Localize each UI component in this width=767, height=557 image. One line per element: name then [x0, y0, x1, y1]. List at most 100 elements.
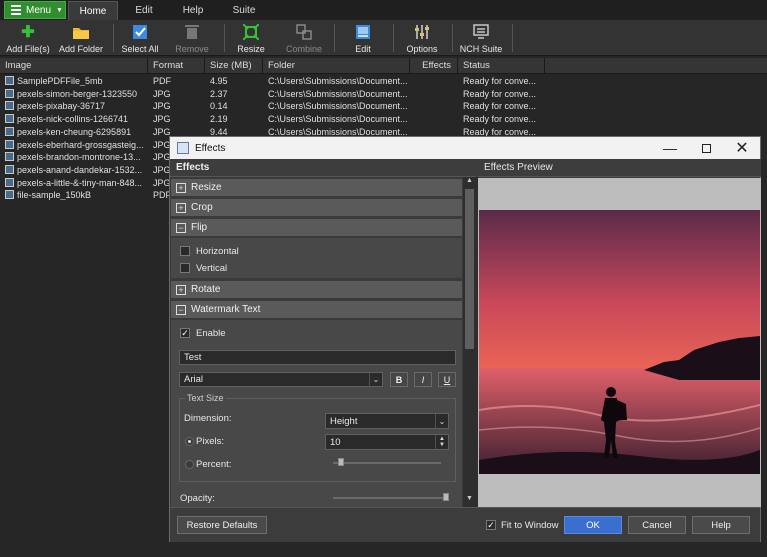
watermark-text-input[interactable]: Test — [179, 350, 456, 365]
section-resize[interactable]: + Resize — [171, 179, 462, 197]
cell-size: 4.95 — [210, 76, 228, 86]
horizontal-checkbox[interactable] — [180, 246, 190, 256]
table-row[interactable]: pexels-pixabay-36717 JPG 0.14 C:\Users\Subm… — [0, 101, 545, 114]
underline-button[interactable]: U — [438, 372, 456, 387]
percent-radio[interactable] — [185, 460, 194, 469]
dimension-label: Dimension: — [184, 413, 232, 424]
section-watermark-text[interactable]: − Watermark Text — [171, 301, 462, 319]
effects-panel-header: Effects — [170, 159, 476, 177]
effects-scrollbar[interactable]: ▲ ▼ — [463, 177, 476, 507]
scrollbar-thumb[interactable] — [465, 189, 474, 349]
close-button[interactable]: ✕ — [724, 137, 760, 159]
add-files-button[interactable]: ✚ Add File(s) — [3, 20, 53, 56]
section-crop[interactable]: + Crop — [171, 199, 462, 217]
maximize-button[interactable] — [688, 137, 724, 159]
cell-status: Ready for conve... — [463, 76, 537, 86]
main-menu-button[interactable]: Menu ▼ — [4, 1, 66, 19]
cell-name-text: pexels-a-little-&-tiny-man-848... — [17, 177, 143, 188]
fit-to-window-label: Fit to Window — [501, 520, 559, 531]
scroll-up-icon[interactable]: ▲ — [465, 177, 474, 187]
cell-folder: C:\Users\Submissions\Document... — [268, 76, 408, 86]
scroll-down-icon[interactable]: ▼ — [465, 495, 474, 505]
hamburger-icon — [11, 3, 21, 17]
font-select[interactable]: Arial ⌄ — [179, 372, 383, 387]
options-button[interactable]: Options — [400, 20, 444, 56]
enable-checkbox[interactable]: ✓ — [180, 328, 190, 338]
image-file-icon — [5, 126, 14, 136]
add-folder-button[interactable]: Add Folder — [56, 20, 106, 56]
tab-home[interactable]: Home — [68, 1, 118, 20]
pixels-input[interactable]: 10 ▲ ▼ — [325, 434, 449, 450]
column-header-status[interactable]: Status — [458, 58, 545, 74]
dimension-select[interactable]: Height ⌄ — [325, 413, 449, 429]
cell-name-text: pexels-eberhard-grossgasteig... — [17, 139, 144, 150]
table-row[interactable]: pexels-nick-collins-1266741 JPG 2.19 C:\Use… — [0, 114, 545, 127]
select-all-button[interactable]: Select All — [117, 20, 163, 56]
vertical-checkbox[interactable] — [180, 263, 190, 273]
select-all-icon — [131, 23, 149, 41]
toolbar-divider — [393, 24, 394, 52]
opacity-slider-track[interactable] — [333, 497, 447, 499]
ok-button[interactable]: OK — [564, 516, 622, 534]
table-row[interactable]: SamplePDFFile_5mb PDF 4.95 C:\Users\Submiss… — [0, 76, 545, 89]
section-flip[interactable]: − Flip — [171, 219, 462, 237]
column-header-format[interactable]: Format — [148, 58, 205, 74]
maximize-icon — [701, 143, 711, 153]
fit-to-window-checkbox[interactable]: ✓ — [486, 520, 496, 530]
table-row[interactable]: pexels-simon-berger-1323550 JPG 2.37 C:\Use… — [0, 88, 545, 102]
cell-name: SamplePDFFile_5mb — [5, 76, 145, 86]
combine-button[interactable]: Combine — [280, 20, 328, 56]
collapse-icon: − — [176, 304, 186, 315]
cell-folder: C:\Users\Submissions\Document... — [268, 101, 408, 112]
font-value: Arial — [184, 374, 204, 385]
cell-name: file-sample_150kB — [5, 190, 145, 200]
app-window: Menu ▼ Home Edit Help Suite ✚ Add File(s… — [0, 0, 767, 557]
column-header-image[interactable]: Image — [0, 58, 148, 74]
text-size-label: Text Size — [185, 393, 226, 403]
opacity-slider-thumb[interactable] — [442, 493, 449, 501]
nch-suite-button[interactable]: NCH Suite — [456, 20, 506, 56]
cell-size: 2.19 — [210, 114, 228, 125]
remove-icon — [183, 23, 201, 41]
remove-button[interactable]: Remove — [170, 20, 214, 56]
tab-suite[interactable]: Suite — [222, 1, 266, 20]
italic-button[interactable]: I — [414, 372, 432, 387]
resize-button[interactable]: Resize — [230, 20, 272, 56]
percent-slider-track[interactable] — [333, 462, 441, 464]
opacity-label: Opacity: — [180, 493, 215, 504]
column-header-effects[interactable]: Effects — [410, 58, 458, 74]
tab-edit[interactable]: Edit — [124, 1, 164, 20]
add-files-label: Add File(s) — [6, 44, 50, 54]
minimize-button[interactable]: — — [652, 137, 688, 159]
tab-help[interactable]: Help — [172, 1, 214, 20]
column-header-filler — [545, 58, 767, 74]
cell-name: pexels-anand-dandekar-1532... — [5, 164, 145, 175]
cell-name: pexels-brandon-montrone-13... — [5, 152, 145, 162]
spinner-icon[interactable]: ▲ ▼ — [435, 435, 448, 449]
cell-name-text: pexels-pixabay-36717 — [17, 101, 106, 112]
cell-name-text: file-sample_150kB — [17, 190, 92, 201]
pixels-label: Pixels: — [196, 436, 224, 447]
panel-divider — [476, 177, 478, 507]
cancel-button[interactable]: Cancel — [628, 516, 686, 534]
edit-button[interactable]: Edit — [343, 20, 383, 56]
cell-name-text: pexels-anand-dandekar-1532... — [17, 164, 143, 175]
image-file-icon — [5, 139, 14, 149]
percent-slider-thumb[interactable] — [337, 458, 344, 466]
restore-defaults-button[interactable]: Restore Defaults — [177, 516, 267, 534]
column-header-folder[interactable]: Folder — [263, 58, 410, 74]
chevron-down-icon: ▼ — [56, 6, 63, 14]
section-rotate[interactable]: + Rotate — [171, 281, 462, 299]
bold-button[interactable]: B — [390, 372, 408, 387]
cell-name-text: pexels-brandon-montrone-13... — [17, 152, 141, 163]
expand-icon: + — [176, 284, 186, 295]
help-button[interactable]: Help — [692, 516, 750, 534]
pixels-radio[interactable] — [185, 437, 194, 446]
preview-image — [479, 210, 760, 474]
image-file-icon — [5, 88, 14, 98]
cell-size: 0.14 — [210, 101, 228, 112]
column-header-size[interactable]: Size (MB) — [205, 58, 263, 74]
select-all-label: Select All — [121, 44, 159, 54]
cell-format: PDF — [153, 76, 171, 86]
cell-name-text: pexels-simon-berger-1323550 — [17, 88, 138, 99]
